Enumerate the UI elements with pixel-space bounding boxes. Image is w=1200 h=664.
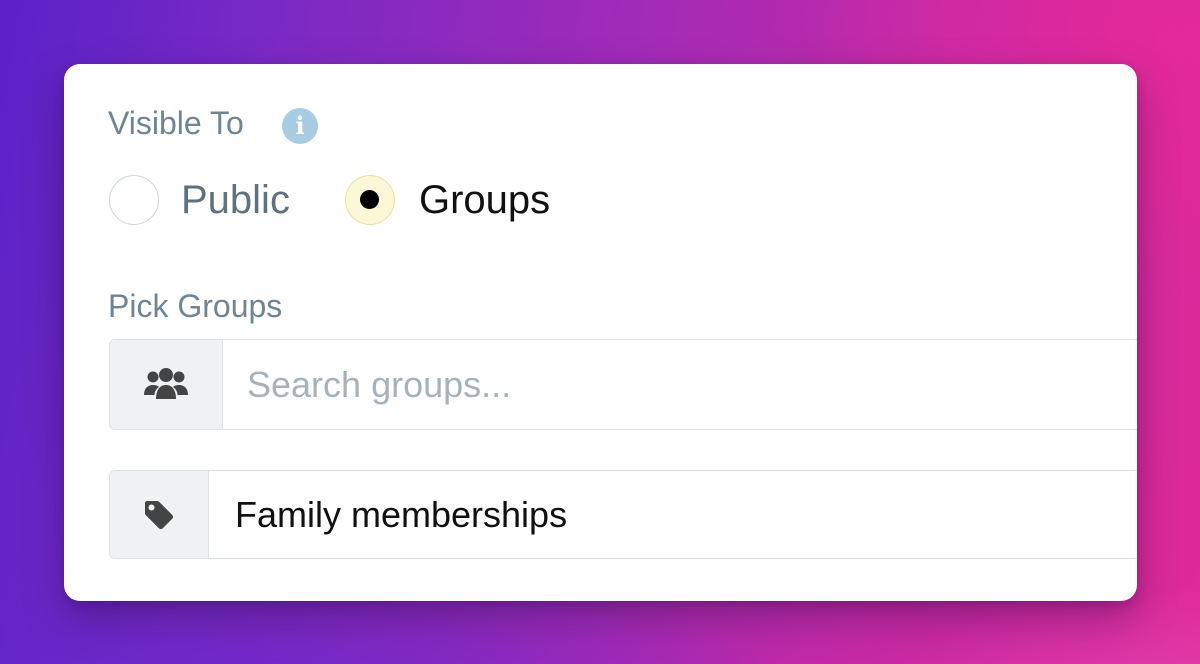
users-group-icon (144, 367, 188, 399)
radio-groups[interactable]: Groups (345, 175, 550, 225)
selected-group-value[interactable]: Family memberships (209, 471, 1137, 558)
visible-to-label: Visible To (108, 105, 244, 141)
search-groups-input[interactable] (223, 340, 1137, 429)
radio-groups-label[interactable]: Groups (419, 175, 550, 225)
tag-addon (110, 471, 209, 558)
radio-selected-dot (360, 190, 379, 209)
radio-public[interactable]: Public (109, 175, 290, 225)
group-search-field[interactable] (109, 339, 1137, 430)
pick-groups-label: Pick Groups (108, 288, 283, 324)
radio-groups-circle[interactable] (345, 175, 395, 225)
search-addon (110, 340, 223, 429)
radio-public-label[interactable]: Public (181, 175, 290, 225)
radio-public-circle[interactable] (109, 175, 159, 225)
visibility-card: Visible To i Public Groups Pick Groups S… (64, 64, 1137, 601)
tag-icon (145, 500, 174, 529)
info-icon[interactable]: i (282, 108, 318, 144)
selected-group-field[interactable]: Family memberships (109, 470, 1137, 559)
